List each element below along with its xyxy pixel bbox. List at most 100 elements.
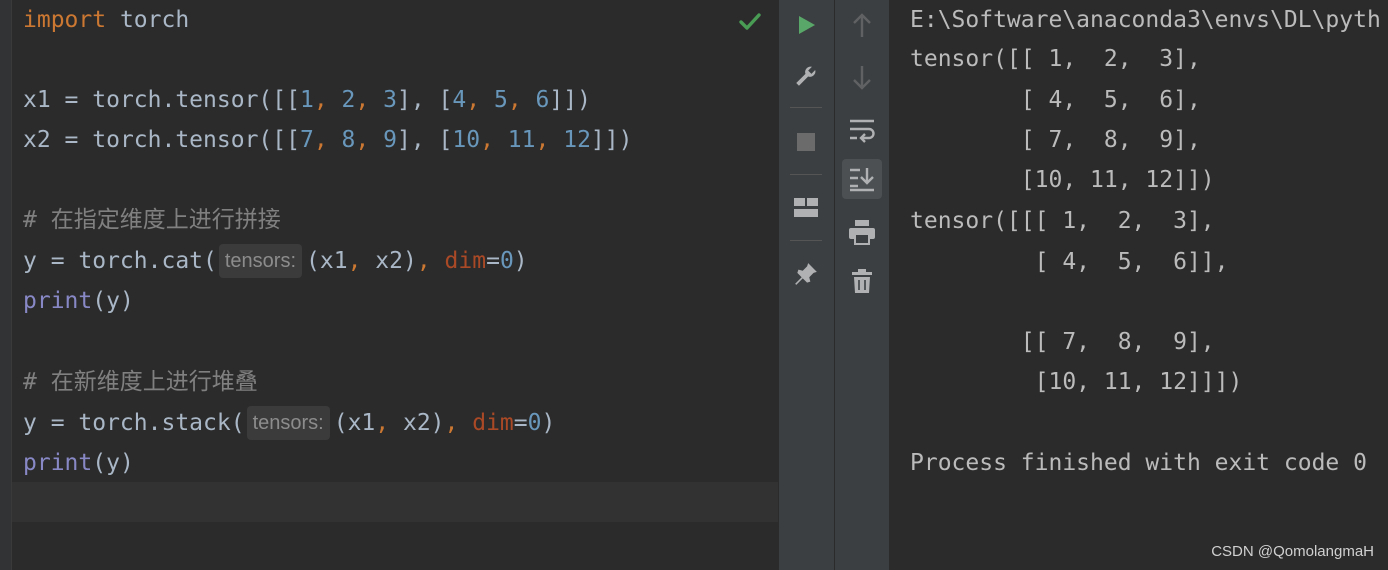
arg-x1: (x1 [306,248,348,274]
console-line: E:\Software\anaconda3\envs\DL\pyth [910,7,1381,33]
current-line-highlight [12,482,778,522]
arg-x2: x2) [361,248,417,274]
comma: , [375,410,390,436]
bracket-open: ([[ [258,87,300,113]
scroll-to-end-button[interactable] [842,159,882,199]
number-literal: 1 [299,87,314,113]
code-line-11[interactable]: y = torch.stack(tensors: (x1, x2), dim=0) [23,403,555,443]
pin-icon [795,263,817,285]
code-line-8[interactable]: print(y) [23,281,134,321]
number-literal: 8 [341,127,356,153]
number-literal: 3 [383,87,397,113]
bracket-close: ]]) [549,87,591,113]
print-args: (y) [92,288,134,314]
check-icon [739,13,761,30]
comma: , [355,127,370,153]
number-literal: 0 [499,248,514,274]
call-name: torch.tensor [92,127,259,153]
param-hint-tensors: tensors: [246,406,330,440]
clear-all-button[interactable] [842,261,882,301]
stack-call: y = torch.stack( [23,410,245,436]
import-target: torch [106,7,190,33]
rerun-button[interactable] [786,5,826,45]
soft-wrap-button[interactable] [842,110,882,150]
comma: , [313,87,328,113]
toolbar-separator [790,240,822,241]
code-line-1[interactable]: import torch [23,0,189,40]
bracket-close: ) [513,248,528,274]
process-finished-line: Process finished with exit code 0 [910,450,1367,476]
editor-gutter [0,0,12,570]
comma: , [355,87,370,113]
stop-button[interactable] [786,122,826,162]
builtin-print: print [23,450,93,476]
console-line: tensor([[ 1, 2, 3], [910,46,1201,72]
code-line-6[interactable]: # 在指定维度上进行拼接 [23,200,281,240]
print-button[interactable] [842,212,882,252]
comma: , [444,410,459,436]
console-line: [ 4, 5, 6]], [910,249,1229,275]
soft-wrap-icon [850,119,875,143]
code-line-10[interactable]: # 在新维度上进行堆叠 [23,362,258,402]
layout-button[interactable] [786,188,826,228]
trash-icon [852,269,872,293]
var-x2: x2 [23,127,51,153]
console-line: [10, 11, 12]]) [910,167,1215,193]
settings-button[interactable] [786,56,826,96]
bracket-close: ]]) [590,127,633,153]
comma: , [507,87,522,113]
console-line: [ 7, 8, 9], [910,127,1201,153]
console-toolbar [834,0,890,570]
next-occurrence-button[interactable] [842,57,882,97]
number-literal: 10 [452,127,481,153]
number-literal: 12 [563,127,591,153]
stop-icon [797,133,815,151]
run-console[interactable]: E:\Software\anaconda3\envs\DL\pyth tenso… [889,0,1388,570]
wrench-icon [796,66,816,86]
comma: , [416,248,431,274]
toolbar-separator [790,174,822,175]
keyword-import: import [23,7,107,33]
pin-tab-button[interactable] [786,254,826,294]
code-line-7[interactable]: y = torch.cat(tensors: (x1, x2), dim=0) [23,241,528,281]
layout-icon [794,198,818,217]
bracket-close: ) [541,410,556,436]
number-literal: 4 [452,87,467,113]
number-literal: 2 [341,87,356,113]
comma: , [347,248,362,274]
bracket-mid: ], [ [396,87,453,113]
console-line: [ 4, 5, 6], [910,87,1201,113]
number-literal: 0 [527,410,542,436]
kwarg-dim: dim [458,410,514,436]
number-literal: 9 [383,127,397,153]
arrow-down-icon [853,66,871,90]
console-line: [[ 7, 8, 9], [910,329,1215,355]
var-x1: x1 [23,87,51,113]
assign-op: = [513,410,528,436]
kwarg-dim: dim [430,248,487,274]
bracket-mid: ], [ [396,127,453,153]
run-toolbar [778,0,834,570]
previous-occurrence-button[interactable] [842,6,882,46]
code-line-12[interactable]: print(y) [23,443,134,483]
number-literal: 7 [299,127,314,153]
builtin-print: print [23,288,93,314]
console-line: tensor([[[ 1, 2, 3], [910,208,1215,234]
ide-window: import torch x1 = torch.tensor([[1, 2, 3… [0,0,1388,570]
code-line-3[interactable]: x1 = torch.tensor([[1, 2, 3], [4, 5, 6]]… [23,80,591,120]
code-editor[interactable]: import torch x1 = torch.tensor([[1, 2, 3… [0,0,778,570]
print-args: (y) [92,450,134,476]
comma: , [466,87,481,113]
scroll-to-end-icon [850,168,874,192]
arg-x2: x2) [389,410,445,436]
bracket-open: ([[ [258,127,300,153]
assign-op: = [50,87,93,113]
console-line: [10, 11, 12]]]) [910,369,1243,395]
call-name: torch.tensor [92,87,259,113]
cat-call: y = torch.cat( [23,248,217,274]
code-line-4[interactable]: x2 = torch.tensor([[7, 8, 9], [10, 11, 1… [23,120,632,160]
number-literal: 11 [507,127,536,153]
print-icon [849,220,875,245]
assign-op: = [486,248,500,274]
toolbar-separator [790,107,822,108]
